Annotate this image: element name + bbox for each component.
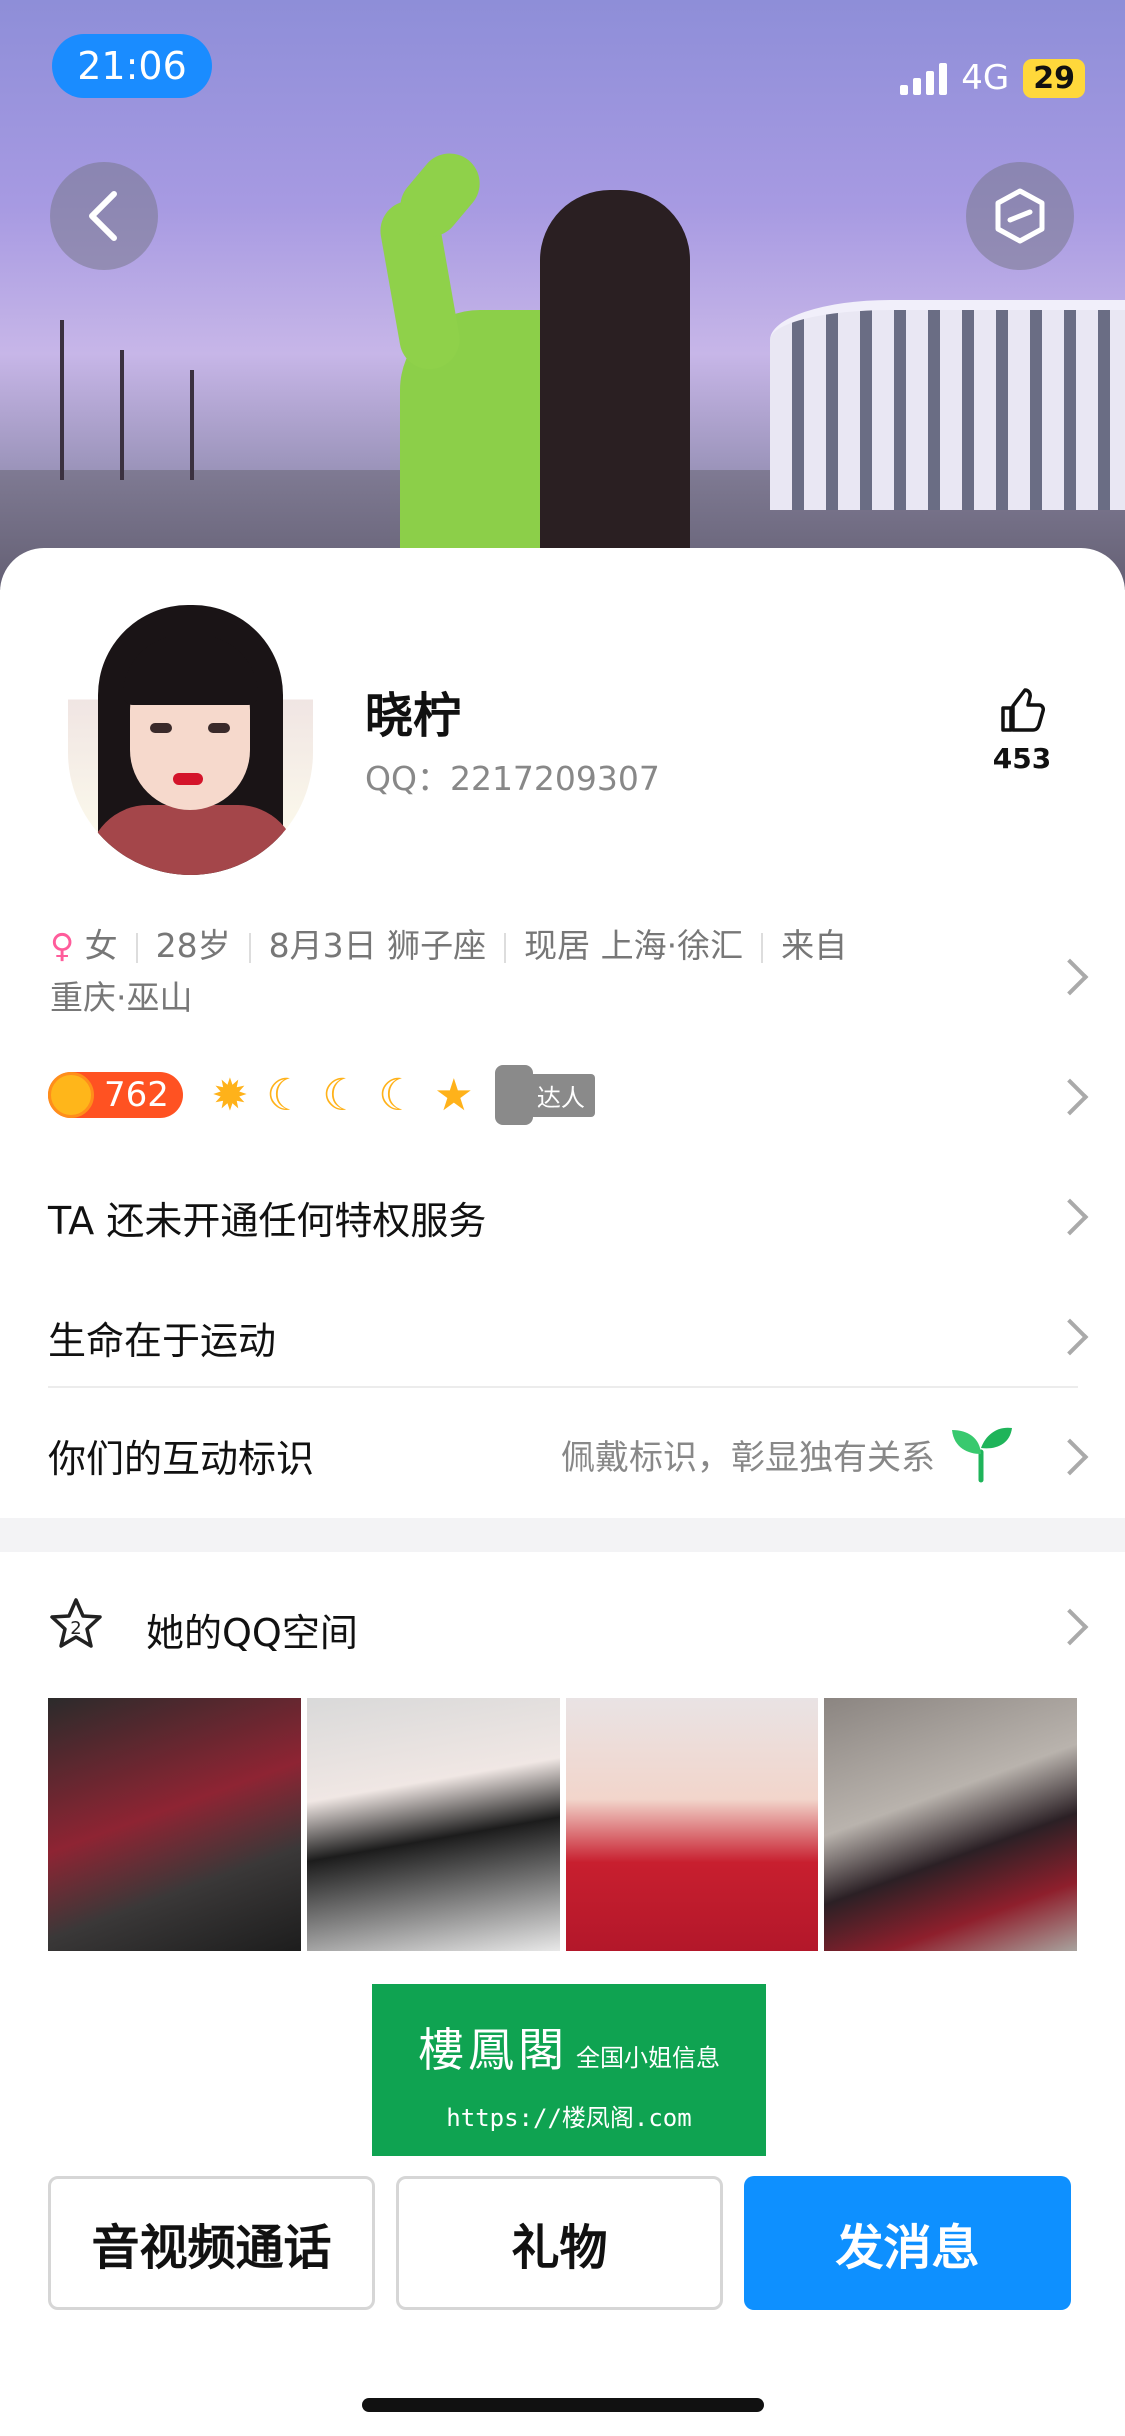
qzone-photo[interactable] — [306, 1698, 560, 1951]
sun-icon: ✹ — [211, 1069, 249, 1121]
avatar[interactable] — [68, 605, 313, 875]
talent-badge: 达人 — [494, 1065, 595, 1125]
star-outline-icon: 2 — [50, 1598, 102, 1648]
qq-number: QQ：2217209307 — [365, 759, 660, 798]
ad-title: 樓鳳閣 — [418, 2023, 568, 2077]
ad-url: https://楼凤阁.com — [446, 2104, 692, 2132]
cover-edit-button[interactable] — [966, 162, 1074, 270]
ad-subtitle: 全国小姐信息 — [576, 2044, 720, 2072]
interaction-row[interactable]: 你们的互动标识 — [48, 1428, 314, 1483]
qzone-title[interactable]: 她的QQ空间 — [146, 1602, 358, 1657]
svg-text:2: 2 — [70, 1618, 81, 1639]
moon-icon: ☾ — [266, 1069, 306, 1121]
talent-label: 达人 — [526, 1073, 595, 1117]
profile-info[interactable]: ♀ 女 28岁 8月3日 狮子座 现居 上海·徐汇 来自 重庆·巫山 — [50, 920, 990, 1024]
hometown-prefix: 来自 — [781, 926, 848, 965]
watermark-ad: 樓鳳閣 全国小姐信息 https://楼凤阁.com — [372, 1984, 766, 2156]
signal-icon — [900, 61, 948, 95]
star-icon: ★ — [434, 1069, 474, 1121]
signature-row[interactable]: 生命在于运动 — [48, 1310, 276, 1365]
divider — [48, 1386, 1078, 1388]
battery-level: 29 — [1023, 58, 1085, 98]
qzone-photo[interactable] — [565, 1698, 819, 1951]
like-count: 453 — [992, 742, 1052, 775]
moon-icon: ☾ — [378, 1069, 418, 1121]
send-message-button[interactable]: 发消息 — [744, 2176, 1071, 2310]
like-button[interactable]: 453 — [990, 688, 1054, 775]
age: 28岁 — [155, 926, 231, 965]
nickname: 晓柠 — [365, 688, 462, 744]
birthday: 8月3日 狮子座 — [268, 926, 487, 965]
back-button[interactable] — [50, 162, 158, 270]
qzone-photo[interactable] — [48, 1698, 301, 1951]
female-icon: ♀ — [50, 926, 75, 965]
interaction-desc: 佩戴标识，彰显独有关系 — [561, 1438, 935, 1478]
chevron-left-icon — [89, 191, 117, 241]
gift-button[interactable]: 礼物 — [396, 2176, 723, 2310]
cover-tree — [190, 370, 194, 480]
badge-row[interactable]: 762 ✹ ☾ ☾ ☾ ★ 达人 — [48, 1065, 595, 1125]
cover-tree — [120, 350, 124, 480]
gender: 女 — [84, 926, 118, 965]
cover-building — [770, 300, 1125, 510]
section-gap — [0, 1518, 1125, 1552]
hometown: 重庆·巫山 — [50, 978, 193, 1017]
status-time: 21:06 — [52, 34, 212, 98]
qzone-photos — [48, 1698, 1077, 1951]
flame-icon — [48, 1072, 94, 1118]
sprout-icon — [952, 1427, 1012, 1483]
cover-tree — [60, 320, 64, 480]
level-value: 762 — [104, 1075, 169, 1115]
privilege-row[interactable]: TA 还未开通任何特权服务 — [48, 1190, 486, 1245]
level-badge: 762 — [48, 1072, 183, 1118]
home-indicator[interactable] — [362, 2398, 764, 2412]
location: 现居 上海·徐汇 — [524, 926, 744, 965]
network-type: 4G — [961, 58, 1010, 98]
status-indicators: 4G 29 — [900, 58, 1085, 98]
hexagon-slash-icon — [995, 188, 1045, 244]
qzone-photo[interactable] — [824, 1698, 1077, 1951]
cover-person — [370, 141, 700, 590]
av-call-button[interactable]: 音视频通话 — [48, 2176, 375, 2310]
moon-icon: ☾ — [322, 1069, 362, 1121]
thumbs-up-icon — [1001, 688, 1045, 732]
